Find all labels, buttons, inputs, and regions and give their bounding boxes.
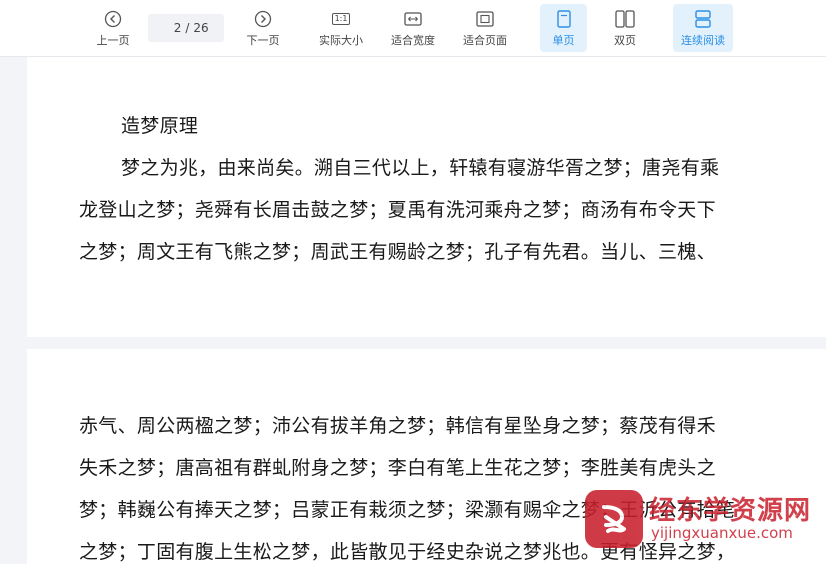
continuous-reading-label: 连续阅读 (681, 33, 725, 47)
single-page-icon (556, 9, 571, 29)
single-page-button[interactable]: 单页 (540, 4, 587, 52)
fit-page-icon (476, 9, 494, 29)
page-separator: / (185, 21, 190, 35)
watermark: 经东学资源网 yijingxuanxue.com (585, 488, 825, 564)
watermark-title: 经东学资源网 (649, 496, 812, 526)
fit-page-label: 适合页面 (463, 33, 507, 47)
document-page-2: 造梦原理 梦之为兆，由来尚矣。溯自三代以上，轩辕有寝游华胥之梦；唐尧有乘 龙登山… (27, 57, 826, 337)
actual-size-icon-text: 1:1 (331, 12, 351, 25)
viewer-toolbar: 上一页 / 26 下一页 1:1 实际大小 适合宽度 适合页面 单页 (0, 0, 826, 57)
fit-width-icon (404, 9, 422, 29)
single-page-label: 单页 (552, 33, 575, 47)
fit-width-button[interactable]: 适合宽度 (385, 4, 441, 52)
continuous-reading-button[interactable]: 连续阅读 (673, 4, 733, 52)
page-heading: 造梦原理 (121, 115, 199, 137)
current-page-input[interactable] (163, 21, 182, 35)
actual-size-icon: 1:1 (331, 9, 351, 29)
actual-size-button[interactable]: 1:1 实际大小 (313, 4, 369, 52)
page-indicator: / 26 (148, 14, 224, 42)
next-page-label: 下一页 (246, 33, 280, 47)
total-pages: 26 (193, 21, 209, 35)
chevron-left-circle-icon (104, 9, 122, 29)
text-line: 之梦；周文王有飞熊之梦；周武王有赐龄之梦；孔子有先君。当儿、三槐、 (79, 241, 716, 263)
prev-page-button[interactable]: 上一页 (90, 4, 136, 52)
next-page-button[interactable]: 下一页 (240, 4, 286, 52)
text-line: 失禾之梦；唐高祖有群虬附身之梦；李白有笔上生花之梦；李胜美有虎头之 (79, 457, 716, 479)
actual-size-label: 实际大小 (319, 33, 363, 47)
fit-page-button[interactable]: 适合页面 (457, 4, 513, 52)
double-page-button[interactable]: 双页 (602, 4, 648, 52)
prev-page-label: 上一页 (96, 33, 130, 47)
watermark-url: yijingxuanxue.com (651, 524, 793, 542)
text-line: 梦之为兆，由来尚矣。溯自三代以上，轩辕有寝游华胥之梦；唐尧有乘 (121, 157, 720, 179)
fit-width-label: 适合宽度 (391, 33, 435, 47)
double-page-icon (615, 9, 635, 29)
continuous-reading-icon (694, 9, 712, 29)
text-line: 龙登山之梦；尧舜有长眉击鼓之梦；夏禹有洗河乘舟之梦；商汤有布令天下 (79, 199, 716, 221)
double-page-label: 双页 (614, 33, 636, 47)
watermark-logo-icon (585, 490, 643, 548)
chevron-right-circle-icon (254, 9, 272, 29)
text-line: 赤气、周公两楹之梦；沛公有拔羊角之梦；韩信有星坠身之梦；蔡茂有得禾 (79, 415, 716, 437)
